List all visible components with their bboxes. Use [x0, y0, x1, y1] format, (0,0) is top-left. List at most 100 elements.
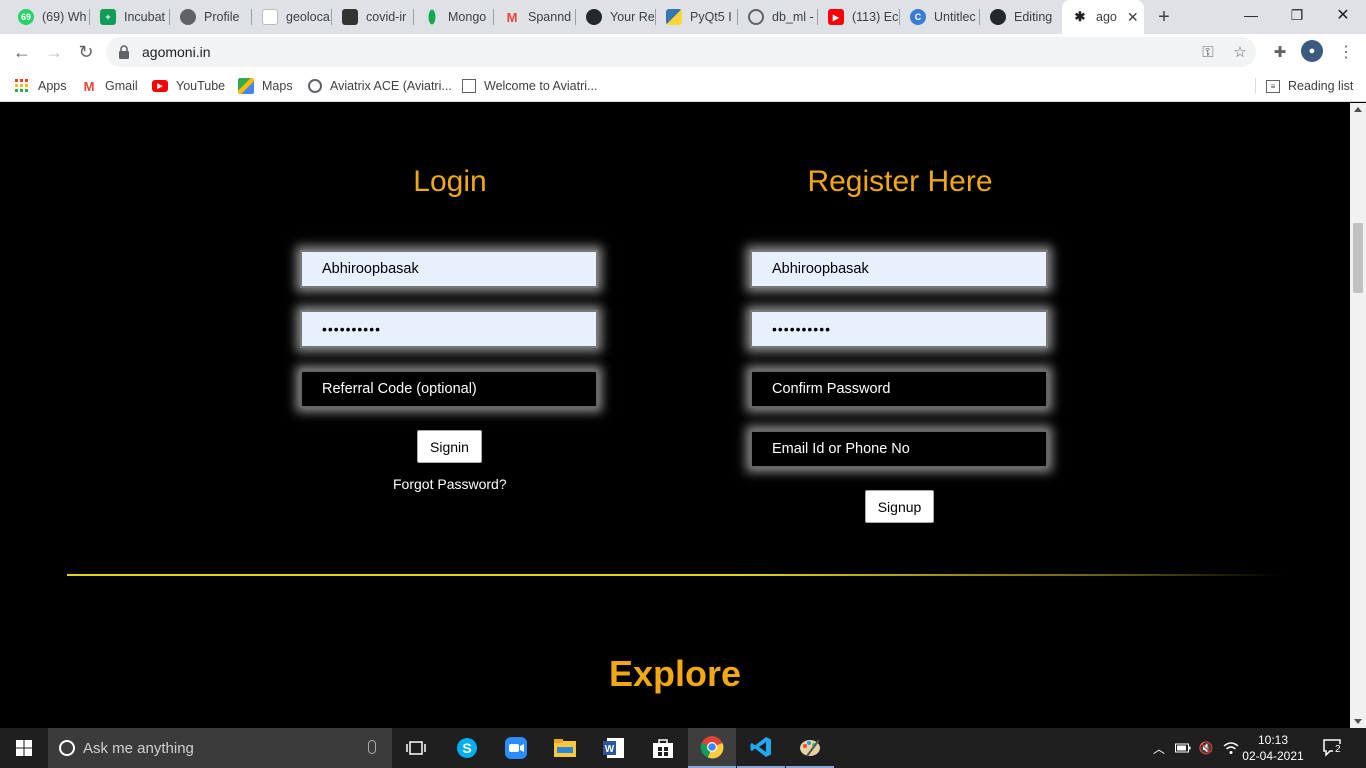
- bookmark-label: Reading list: [1288, 79, 1354, 93]
- chrome-icon[interactable]: [688, 728, 736, 768]
- gmail-icon: M: [83, 78, 95, 94]
- new-tab-button[interactable]: +: [1152, 5, 1176, 29]
- key-icon[interactable]: ⚿: [1198, 42, 1218, 62]
- file-explorer-icon[interactable]: [541, 728, 589, 768]
- gmail-icon: M: [506, 9, 518, 25]
- action-center-button[interactable]: 2: [1322, 738, 1344, 758]
- tab-label: covid-ir: [366, 10, 407, 24]
- canva-icon: C: [910, 9, 926, 25]
- tab-strip: 69 (69) Wh + Incubat Profile geoloca cov…: [0, 0, 1366, 34]
- forgot-password-link[interactable]: Forgot Password?: [393, 476, 507, 492]
- avatar[interactable]: ●: [1301, 40, 1323, 62]
- bookmark-label: Maps: [262, 79, 293, 93]
- page-scrollbar[interactable]: [1350, 103, 1366, 728]
- zoom-icon[interactable]: [492, 728, 540, 768]
- tab-pyqt5[interactable]: PyQt5 I: [656, 0, 738, 34]
- clock-date: 02-04-2021: [1242, 749, 1304, 763]
- scroll-thumb[interactable]: [1353, 223, 1363, 293]
- tab-label: (113) Ec: [852, 10, 899, 24]
- tab-label: Profile: [204, 10, 240, 24]
- bookmark-welcome-aviatrix[interactable]: Welcome to Aviatri...: [462, 76, 597, 96]
- bookmark-youtube[interactable]: ▶ YouTube: [152, 76, 225, 96]
- paint-icon[interactable]: [786, 728, 834, 768]
- tab-profile[interactable]: Profile: [170, 0, 252, 34]
- tab-label: ago: [1096, 10, 1117, 24]
- bookmark-aviatrix-ace[interactable]: Aviatrix ACE (Aviatri...: [308, 76, 452, 96]
- reading-list-button[interactable]: ≡ Reading list: [1266, 76, 1353, 96]
- forward-icon[interactable]: →: [40, 38, 68, 66]
- bookmark-label: YouTube: [176, 79, 226, 93]
- clock-time: 10:13: [1257, 733, 1289, 747]
- svg-text:S: S: [462, 740, 471, 756]
- restore-icon[interactable]: ❐: [1274, 0, 1320, 30]
- taskbar-search[interactable]: Ask me anything: [48, 728, 392, 768]
- sheets-icon: +: [100, 9, 116, 25]
- agomoni-icon: ✱: [1074, 9, 1086, 24]
- register-username-input[interactable]: Abhiroopbasak: [750, 250, 1048, 288]
- tab-geolocation[interactable]: geoloca: [252, 0, 332, 34]
- tab-whatsapp[interactable]: 69 (69) Wh: [8, 0, 90, 34]
- section-divider: [67, 574, 1282, 576]
- close-tab-icon[interactable]: ✕: [1127, 9, 1139, 26]
- scroll-down-arrow-icon[interactable]: [1354, 719, 1362, 724]
- word-icon[interactable]: W: [590, 728, 638, 768]
- tab-covid[interactable]: covid-ir: [332, 0, 414, 34]
- lock-icon: [119, 45, 129, 59]
- skype-icon[interactable]: S: [443, 728, 491, 768]
- address-bar[interactable]: agomoni.in ⚿ ☆: [106, 37, 1256, 67]
- login-title: Login: [413, 165, 487, 198]
- youtube-icon: ▶: [152, 80, 168, 92]
- referral-code-input[interactable]: Referral Code (optional): [300, 370, 598, 408]
- system-clock[interactable]: 10:13 02-04-2021: [1240, 732, 1306, 764]
- microphone-icon[interactable]: [368, 740, 376, 754]
- register-password-input[interactable]: ••••••••••: [750, 310, 1048, 348]
- vscode-icon[interactable]: [737, 728, 785, 768]
- menu-icon[interactable]: ⋮: [1332, 38, 1360, 66]
- windows-start-button[interactable]: [0, 728, 48, 768]
- tab-db-ml[interactable]: db_ml -: [738, 0, 818, 34]
- login-username-input[interactable]: Abhiroopbasak: [300, 250, 598, 288]
- tab-canva[interactable]: C Untitlec: [900, 0, 980, 34]
- tab-label: Incubat: [124, 10, 166, 24]
- tab-youtube[interactable]: ▶ (113) Ec: [818, 0, 900, 34]
- extensions-icon[interactable]: ✚: [1266, 38, 1294, 66]
- tab-github-editing[interactable]: Editing: [980, 0, 1062, 34]
- tab-label: PyQt5 I: [690, 10, 732, 24]
- bookmark-apps[interactable]: Apps: [14, 76, 67, 96]
- confirm-password-input[interactable]: Confirm Password: [750, 370, 1048, 408]
- tab-gmail[interactable]: M Spannd: [494, 0, 576, 34]
- scroll-up-arrow-icon[interactable]: [1354, 107, 1362, 112]
- page-icon: [262, 9, 278, 25]
- battery-icon[interactable]: [1174, 728, 1192, 768]
- bookmark-label: Welcome to Aviatri...: [484, 79, 598, 93]
- store-icon[interactable]: [639, 728, 687, 768]
- globe-icon: [308, 79, 322, 93]
- back-icon[interactable]: ←: [8, 38, 36, 66]
- tab-incubator[interactable]: + Incubat: [90, 0, 170, 34]
- dataset-icon: [342, 9, 358, 25]
- tab-agomoni-active[interactable]: ✱ ago ✕: [1062, 0, 1144, 34]
- star-icon[interactable]: ☆: [1230, 42, 1250, 62]
- explore-heading: Explore: [608, 653, 742, 694]
- login-password-input[interactable]: ••••••••••: [300, 310, 598, 348]
- tab-label: Mongo: [448, 10, 487, 24]
- tab-mongodb[interactable]: Mongo: [414, 0, 494, 34]
- minimize-icon[interactable]: —: [1228, 0, 1274, 30]
- svg-text:W: W: [605, 744, 615, 755]
- wifi-icon[interactable]: [1222, 728, 1240, 768]
- email-phone-input[interactable]: Email Id or Phone No: [750, 430, 1048, 468]
- bookmark-label: Aviatrix ACE (Aviatri...: [330, 79, 452, 93]
- close-window-icon[interactable]: ✕: [1320, 0, 1366, 30]
- signin-button[interactable]: Signin: [417, 430, 482, 463]
- tab-github-repo[interactable]: Your Re: [576, 0, 656, 34]
- chevron-up-icon[interactable]: ︿: [1150, 728, 1168, 768]
- colab-icon: [748, 9, 764, 25]
- notification-count: 2: [1333, 744, 1343, 755]
- reload-icon[interactable]: ↻: [72, 38, 100, 66]
- bookmark-maps[interactable]: Maps: [238, 76, 293, 96]
- signup-button[interactable]: Signup: [865, 490, 934, 523]
- task-view-icon[interactable]: [392, 728, 440, 768]
- speaker-muted-icon[interactable]: 🔇: [1197, 728, 1215, 768]
- page-content: Login Abhiroopbasak •••••••••• Referral …: [0, 103, 1350, 728]
- bookmark-gmail[interactable]: M Gmail: [81, 76, 138, 96]
